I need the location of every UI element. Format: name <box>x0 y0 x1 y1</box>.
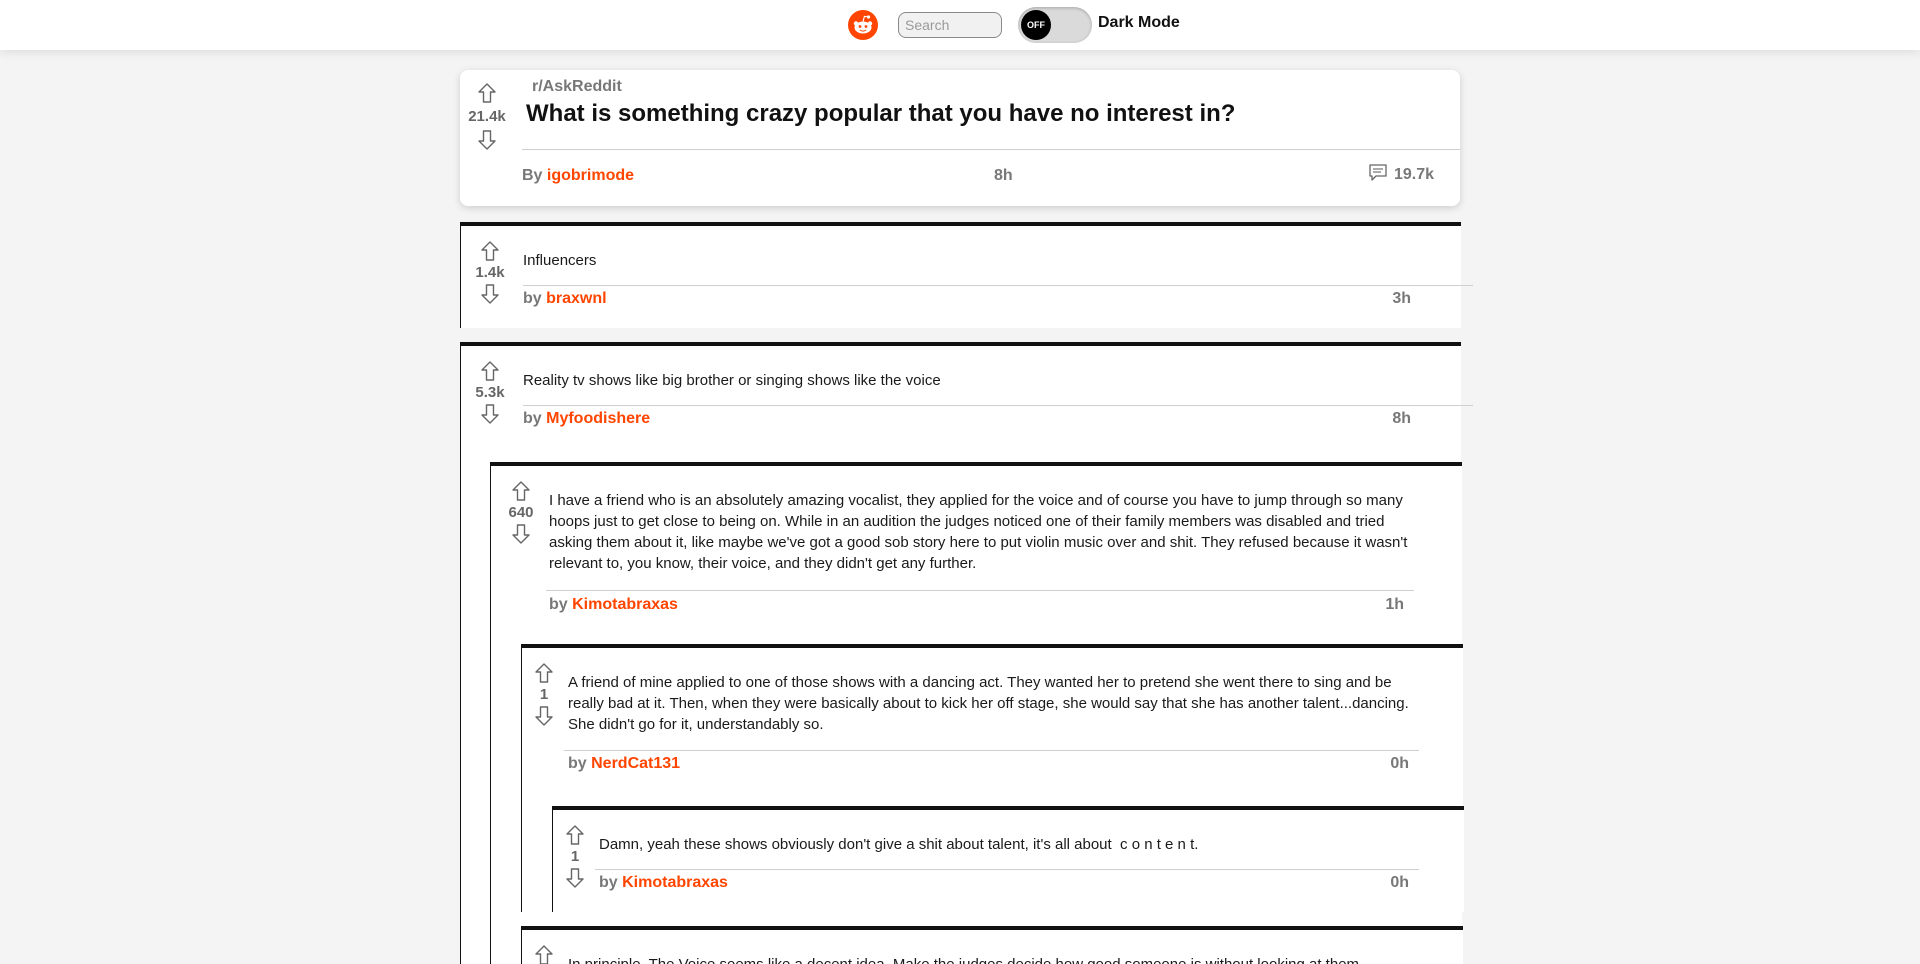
comment-author-link[interactable]: Kimotabraxas <box>572 596 678 613</box>
dark-mode-toggle[interactable]: OFF <box>1018 7 1092 43</box>
comment-byline: by Myfoodishere <box>523 410 650 428</box>
by-label: by <box>523 290 542 307</box>
comment-vote-column: 1 <box>559 824 591 889</box>
comment-age: 8h <box>1392 410 1411 427</box>
post-vote-column: 21.4k <box>468 82 506 151</box>
divider <box>564 750 1419 751</box>
comment-byline: by Kimotabraxas <box>549 596 678 614</box>
top-bar: OFF Dark Mode <box>0 0 1920 50</box>
comment-byline: by NerdCat131 <box>568 755 680 773</box>
comment-vote-column <box>528 944 560 964</box>
post-card: 21.4k r/AskReddit What is something craz… <box>460 70 1460 206</box>
post-age: 8h <box>994 167 1013 184</box>
comment-score: 1 <box>539 686 549 703</box>
comment-age: 0h <box>1390 874 1409 891</box>
reddit-logo-icon[interactable] <box>848 10 878 40</box>
by-label: by <box>599 874 618 891</box>
comment-text: In principle, The Voice seems like a dec… <box>568 954 1463 964</box>
comment-count: 19.7k <box>1393 166 1434 183</box>
comment-vote-column: 1 <box>528 662 560 727</box>
downvote-icon[interactable] <box>476 129 498 151</box>
post-byline: By igobrimode <box>522 167 634 185</box>
upvote-icon[interactable] <box>533 662 555 684</box>
downvote-icon[interactable] <box>479 403 501 425</box>
by-label: by <box>523 410 542 427</box>
divider <box>595 869 1419 870</box>
comment-reply: 1 Damn, yeah these shows obviously don't… <box>552 806 1464 912</box>
comment-age: 1h <box>1385 596 1404 613</box>
post-author-link[interactable]: igobrimode <box>547 167 634 184</box>
post-score: 21.4k <box>468 108 506 125</box>
comment-reply: In principle, The Voice seems like a dec… <box>521 926 1463 964</box>
downvote-icon[interactable] <box>564 867 586 889</box>
comment-text: Damn, yeah these shows obviously don't g… <box>599 836 1199 853</box>
by-label: By <box>522 167 543 184</box>
comment-author-link[interactable]: NerdCat131 <box>591 755 680 772</box>
comment-score: 640 <box>508 504 534 521</box>
upvote-icon[interactable] <box>479 360 501 382</box>
comment-author-link[interactable]: braxwnl <box>546 290 606 307</box>
comment-text: Influencers <box>523 252 597 269</box>
comment-text: A friend of mine applied to one of those… <box>568 674 1409 733</box>
comment-icon <box>1369 164 1387 181</box>
upvote-icon[interactable] <box>510 480 532 502</box>
subreddit-link[interactable]: r/AskReddit <box>532 78 622 96</box>
comment-score: 5.3k <box>475 384 505 401</box>
downvote-icon[interactable] <box>533 705 555 727</box>
downvote-icon[interactable] <box>510 523 532 545</box>
divider <box>546 590 1414 591</box>
comment-score: 1.4k <box>475 264 505 281</box>
comment-author-link[interactable]: Myfoodishere <box>546 410 650 427</box>
upvote-icon[interactable] <box>533 944 555 964</box>
search-input[interactable] <box>898 12 1002 38</box>
dark-mode-label: Dark Mode <box>1098 14 1180 31</box>
comment-age: 0h <box>1390 755 1409 772</box>
comment-count-button[interactable]: 19.7k <box>1368 163 1434 184</box>
comment-author-link[interactable]: Kimotabraxas <box>622 874 728 891</box>
divider <box>523 405 1473 406</box>
upvote-icon[interactable] <box>564 824 586 846</box>
comment-text: I have a friend who is an absolutely ama… <box>549 492 1408 572</box>
comment-vote-column: 1.4k <box>471 240 509 305</box>
comment-vote-column: 5.3k <box>471 360 509 425</box>
upvote-icon[interactable] <box>476 82 498 104</box>
comment: 1.4k Influencers by braxwnl 3h <box>460 222 1473 328</box>
downvote-icon[interactable] <box>479 283 501 305</box>
comment-vote-column: 640 <box>503 480 539 545</box>
comment-age: 3h <box>1392 290 1411 307</box>
post-title[interactable]: What is something crazy popular that you… <box>526 100 1235 128</box>
by-label: by <box>549 596 568 613</box>
upvote-icon[interactable] <box>479 240 501 262</box>
toggle-knob[interactable]: OFF <box>1021 10 1051 40</box>
divider <box>523 285 1473 286</box>
by-label: by <box>568 755 587 772</box>
divider <box>522 149 1460 150</box>
comment-score: 1 <box>570 848 580 865</box>
comment-text: Reality tv shows like big brother or sin… <box>523 372 941 389</box>
comment-byline: by Kimotabraxas <box>599 874 728 892</box>
comment-byline: by braxwnl <box>523 290 607 308</box>
